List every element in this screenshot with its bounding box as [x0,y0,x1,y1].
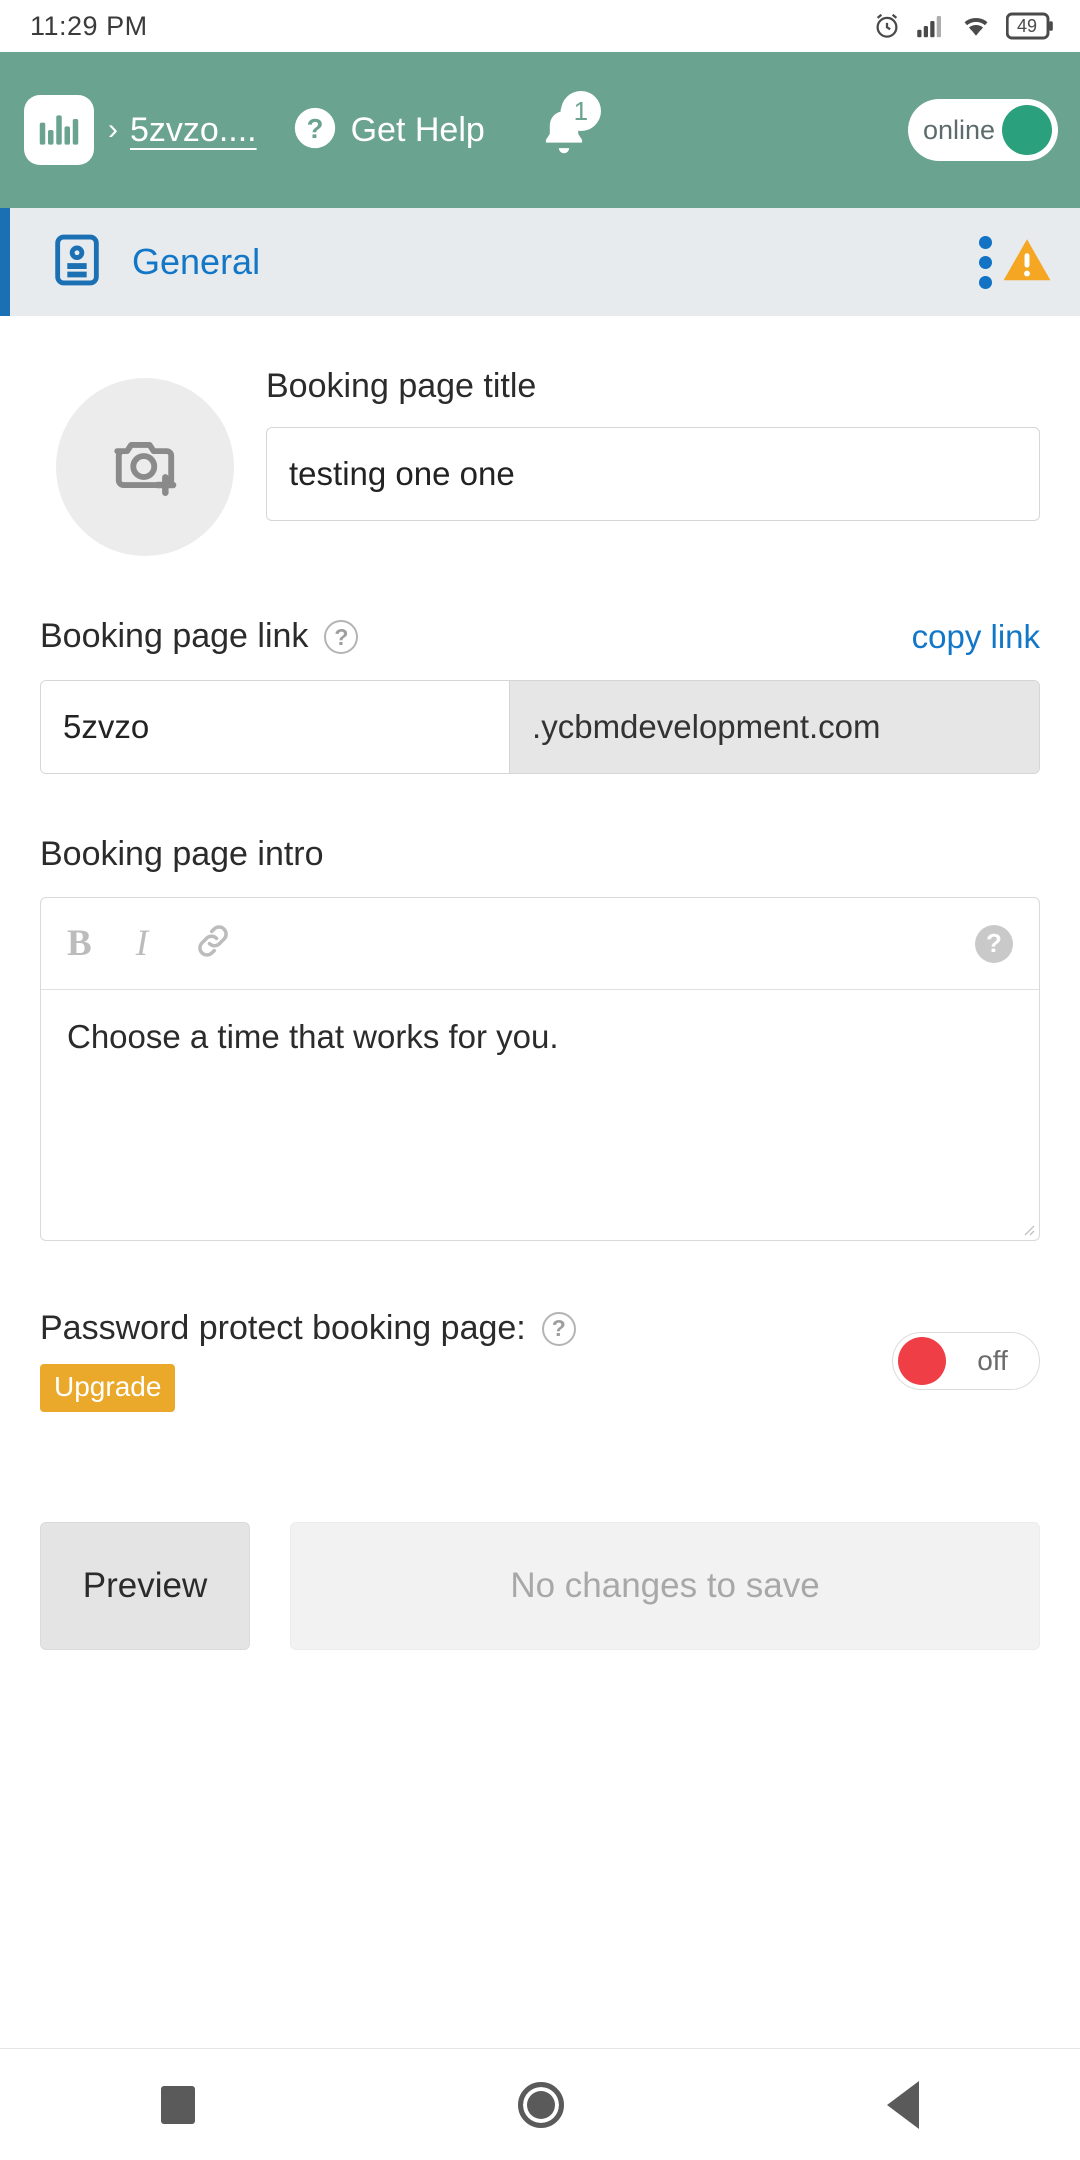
breadcrumb-separator: › [108,113,118,146]
booking-link-slug-input[interactable]: 5zvzo [41,681,511,773]
booking-link-group: 5zvzo .ycbmdevelopment.com [40,680,1040,774]
battery-icon: 49 [1006,12,1054,40]
booking-title-row: Booking page title testing one one [40,316,1040,556]
question-circle-icon: ? [293,106,337,155]
save-button: No changes to save [290,1522,1040,1651]
android-nav-bar [0,2048,1080,2160]
settings-form: Booking page title testing one one Booki… [0,316,1080,1651]
section-title: General [132,241,261,282]
booking-intro-textarea[interactable]: Choose a time that works for you. [41,990,1039,1240]
triangle-back-icon[interactable] [886,2080,919,2129]
toggle-knob [1002,105,1052,155]
booking-link-block: Booking page link ? copy link 5zvzo .ycb… [40,617,1040,774]
booking-link-domain-suffix: .ycbmdevelopment.com [510,681,1039,773]
app-header: › 5zvzo.... ? Get Help 1 online [0,52,1080,208]
contact-card-icon [48,231,106,294]
editor-toolbar: B I ? [41,898,1039,991]
password-protect-label: Password protect booking page: [40,1309,526,1348]
signal-icon [916,13,946,39]
status-icons: 49 [872,11,1054,41]
warning-triangle-icon[interactable] [1000,235,1054,290]
section-actions [979,235,1054,290]
resize-grip-icon[interactable] [1019,1220,1035,1236]
form-actions: Preview No changes to save [40,1522,1040,1651]
question-circle-icon[interactable]: ? [541,1311,576,1346]
bold-button[interactable]: B [67,922,92,965]
upgrade-badge[interactable]: Upgrade [40,1364,176,1413]
link-icon[interactable] [192,920,234,967]
booking-title-field: Booking page title testing one one [266,367,1040,522]
online-status-toggle[interactable]: online [908,99,1058,161]
circle-icon[interactable] [517,2081,564,2128]
ycbm-logo[interactable] [24,95,94,165]
booking-link-label-row: Booking page link ? copy link [40,617,1040,656]
booking-intro-label: Booking page intro [40,835,324,873]
get-help-label: Get Help [350,110,485,149]
wifi-icon [960,13,992,39]
booking-title-label: Booking page title [266,367,537,405]
status-time: 11:29 PM [30,10,148,41]
question-circle-icon[interactable]: ? [324,620,359,654]
avatar-upload-button[interactable] [56,378,234,556]
copy-link-button[interactable]: copy link [912,618,1040,656]
get-help-button[interactable]: ? Get Help [293,106,485,155]
online-status-label: online [922,114,996,145]
breadcrumb[interactable]: 5zvzo.... [130,111,257,150]
booking-intro-block: Booking page intro B I ? Choose a time t… [40,835,1040,1242]
italic-button[interactable]: I [136,922,148,965]
question-circle-icon[interactable]: ? [975,924,1013,963]
password-protect-toggle[interactable]: off [892,1331,1040,1390]
alarm-icon [872,11,902,41]
svg-text:?: ? [306,113,323,144]
camera-add-icon [108,428,182,507]
preview-button[interactable]: Preview [40,1522,250,1651]
password-toggle-label: off [977,1344,1008,1376]
battery-level: 49 [1016,15,1038,36]
booking-link-label: Booking page link [40,617,309,656]
square-icon[interactable] [161,2085,196,2124]
notifications-button[interactable]: 1 [533,91,601,161]
password-protect-row: Password protect booking page: ? Upgrade… [40,1309,1040,1413]
password-protect-labels: Password protect booking page: ? Upgrade [40,1309,576,1413]
kebab-menu-icon[interactable] [979,235,992,289]
booking-title-input[interactable]: testing one one [266,427,1040,522]
section-header-general[interactable]: General [0,208,1080,316]
notification-badge: 1 [560,91,601,131]
status-bar: 11:29 PM 49 [0,0,1080,52]
booking-intro-editor: B I ? Choose a time that works for you. [40,897,1040,1242]
toggle-knob [898,1336,946,1385]
